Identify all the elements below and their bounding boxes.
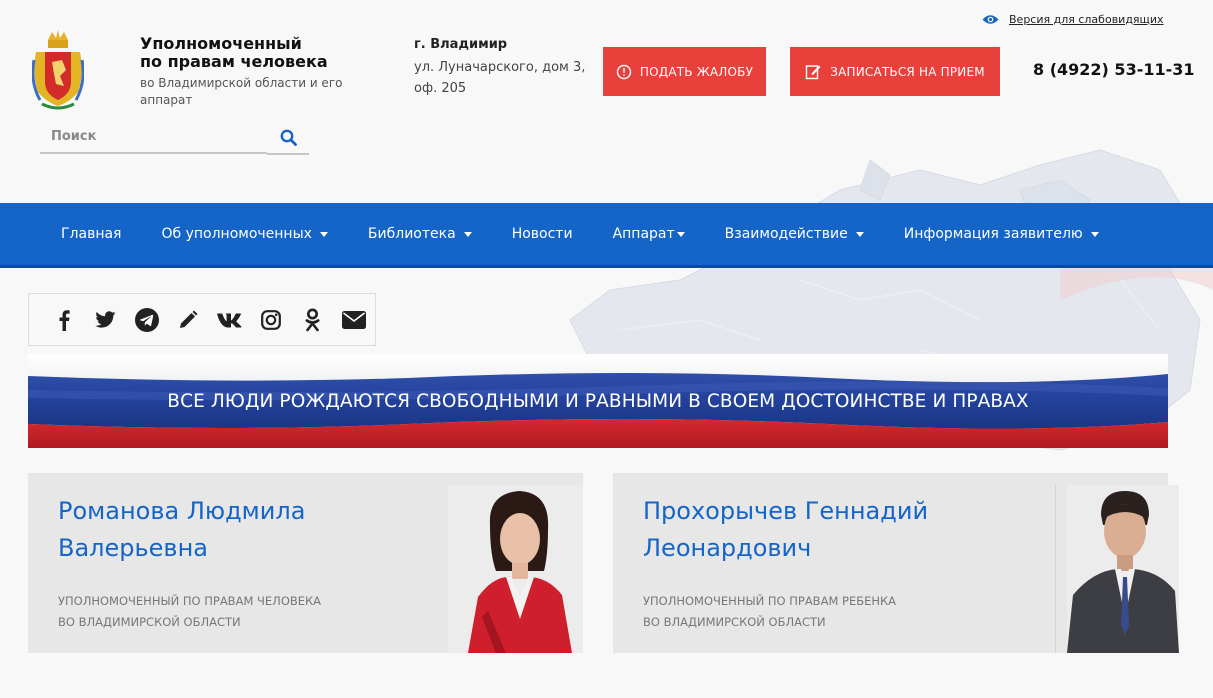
search-icon <box>280 129 297 146</box>
nav-label: Аппарат <box>612 226 675 242</box>
motto-text: ВСЕ ЛЮДИ РОЖДАЮТСЯ СВОБОДНЫМИ И РАВНЫМИ … <box>167 390 1029 412</box>
nav-item-news[interactable]: Новости <box>492 226 593 242</box>
odnoklassniki-icon <box>305 308 320 331</box>
ombudsman-name-line1: Прохорычев Геннадий <box>643 497 929 525</box>
ombudsman-role-line2: ВО ВЛАДИМИРСКОЙ ОБЛАСТИ <box>643 615 826 629</box>
vk-icon <box>216 313 242 327</box>
pencil-icon <box>180 310 198 328</box>
facebook-link[interactable] <box>43 305 85 335</box>
org-name-line1: Уполномоченный <box>140 34 302 53</box>
vk-link[interactable] <box>209 305 251 335</box>
ombudsman-card-child-rights[interactable]: Прохорычев Геннадий Леонардович УПОЛНОМО… <box>613 473 1179 653</box>
caret-down-icon <box>319 231 328 237</box>
ombudsman-photo <box>1055 485 1179 653</box>
nav-label: Взаимодействие <box>724 226 848 242</box>
email-link[interactable] <box>334 305 376 335</box>
accessibility-link[interactable]: Версия для слабовидящих <box>1009 13 1164 26</box>
main-navigation: Главная Об уполномоченных Библиотека Нов… <box>0 203 1213 268</box>
book-appointment-label: ЗАПИСАТЬСЯ НА ПРИЕМ <box>830 64 985 79</box>
search-button[interactable] <box>267 122 309 155</box>
file-complaint-button[interactable]: ПОДАТЬ ЖАЛОБУ <box>603 47 766 96</box>
book-appointment-button[interactable]: ЗАПИСАТЬСЯ НА ПРИЕМ <box>790 47 1000 96</box>
org-name-subtitle: во Владимирской области и его аппарат <box>140 76 343 107</box>
twitter-link[interactable] <box>85 305 127 335</box>
caret-down-icon <box>463 231 472 237</box>
alert-circle-icon <box>616 64 632 79</box>
coat-of-arms-logo[interactable] <box>32 30 84 112</box>
nav-item-staff[interactable]: Аппарат <box>593 226 705 242</box>
social-links <box>28 293 376 346</box>
twitter-icon <box>95 310 116 328</box>
ombudsman-role-line2: ВО ВЛАДИМИРСКОЙ ОБЛАСТИ <box>58 615 241 629</box>
nav-item-library[interactable]: Библиотека <box>348 226 492 242</box>
ombudsman-name-line2: Валерьевна <box>58 534 208 562</box>
ombudsman-name-line1: Романова Людмила <box>58 497 306 525</box>
caret-down-icon <box>676 231 685 237</box>
ombudsman-photo <box>448 485 583 653</box>
nav-item-home[interactable]: Главная <box>41 226 141 242</box>
odnoklassniki-link[interactable] <box>292 305 334 335</box>
file-complaint-label: ПОДАТЬ ЖАЛОБУ <box>639 64 754 79</box>
nav-label: Новости <box>511 226 573 242</box>
telegram-link[interactable] <box>126 305 168 335</box>
ombudsman-role: УПОЛНОМОЧЕННЫЙ ПО ПРАВАМ ЧЕЛОВЕКА ВО ВЛА… <box>58 591 418 633</box>
address-street: ул. Луначарского, дом 3, оф. 205 <box>414 60 586 96</box>
eye-icon <box>982 15 999 24</box>
telegram-icon <box>134 307 159 332</box>
ombudsman-name[interactable]: Прохорычев Геннадий Леонардович <box>643 493 983 567</box>
organization-name[interactable]: Уполномоченный по правам человека во Вла… <box>140 35 360 109</box>
motto-banner: ВСЕ ЛЮДИ РОЖДАЮТСЯ СВОБОДНЫМИ И РАВНЫМИ … <box>28 354 1168 448</box>
ombudsman-name-line2: Леонардович <box>643 534 812 562</box>
blog-link[interactable] <box>168 305 210 335</box>
accessibility-version[interactable]: Версия для слабовидящих <box>982 13 1164 26</box>
caret-down-icon <box>1090 231 1099 237</box>
instagram-icon <box>261 309 282 330</box>
search-box: Поиск <box>40 122 309 155</box>
nav-label: Библиотека <box>367 226 456 242</box>
search-input[interactable]: Поиск <box>40 122 267 154</box>
nav-item-applicant-info[interactable]: Информация заявителю <box>884 226 1119 242</box>
nav-label: Главная <box>61 226 122 242</box>
site-header: Уполномоченный по правам человека во Вла… <box>0 0 1213 203</box>
phone-number[interactable]: 8 (4922) 53-11-31 <box>1033 60 1195 79</box>
nav-item-cooperation[interactable]: Взаимодействие <box>705 226 884 242</box>
nav-label: Информация заявителю <box>903 226 1083 242</box>
org-name-line2: по правам человека <box>140 52 328 71</box>
caret-down-icon <box>855 231 864 237</box>
nav-item-about[interactable]: Об уполномоченных <box>141 226 347 242</box>
facebook-icon <box>59 309 70 331</box>
ombudsman-role: УПОЛНОМОЧЕННЫЙ ПО ПРАВАМ РЕБЕНКА ВО ВЛАД… <box>643 591 1003 633</box>
nav-label: Об уполномоченных <box>161 226 312 242</box>
office-address: г. Владимир ул. Луначарского, дом 3, оф.… <box>414 36 594 99</box>
mail-icon <box>342 310 367 329</box>
instagram-link[interactable] <box>251 305 293 335</box>
edit-note-icon <box>805 65 821 80</box>
ombudsman-card-human-rights[interactable]: Романова Людмила Валерьевна УПОЛНОМОЧЕНН… <box>28 473 583 653</box>
ombudsman-name[interactable]: Романова Людмила Валерьевна <box>58 493 398 567</box>
ombudsman-role-line1: УПОЛНОМОЧЕННЫЙ ПО ПРАВАМ РЕБЕНКА <box>643 594 897 608</box>
ombudsman-role-line1: УПОЛНОМОЧЕННЫЙ ПО ПРАВАМ ЧЕЛОВЕКА <box>58 594 322 608</box>
address-city: г. Владимир <box>414 37 508 52</box>
